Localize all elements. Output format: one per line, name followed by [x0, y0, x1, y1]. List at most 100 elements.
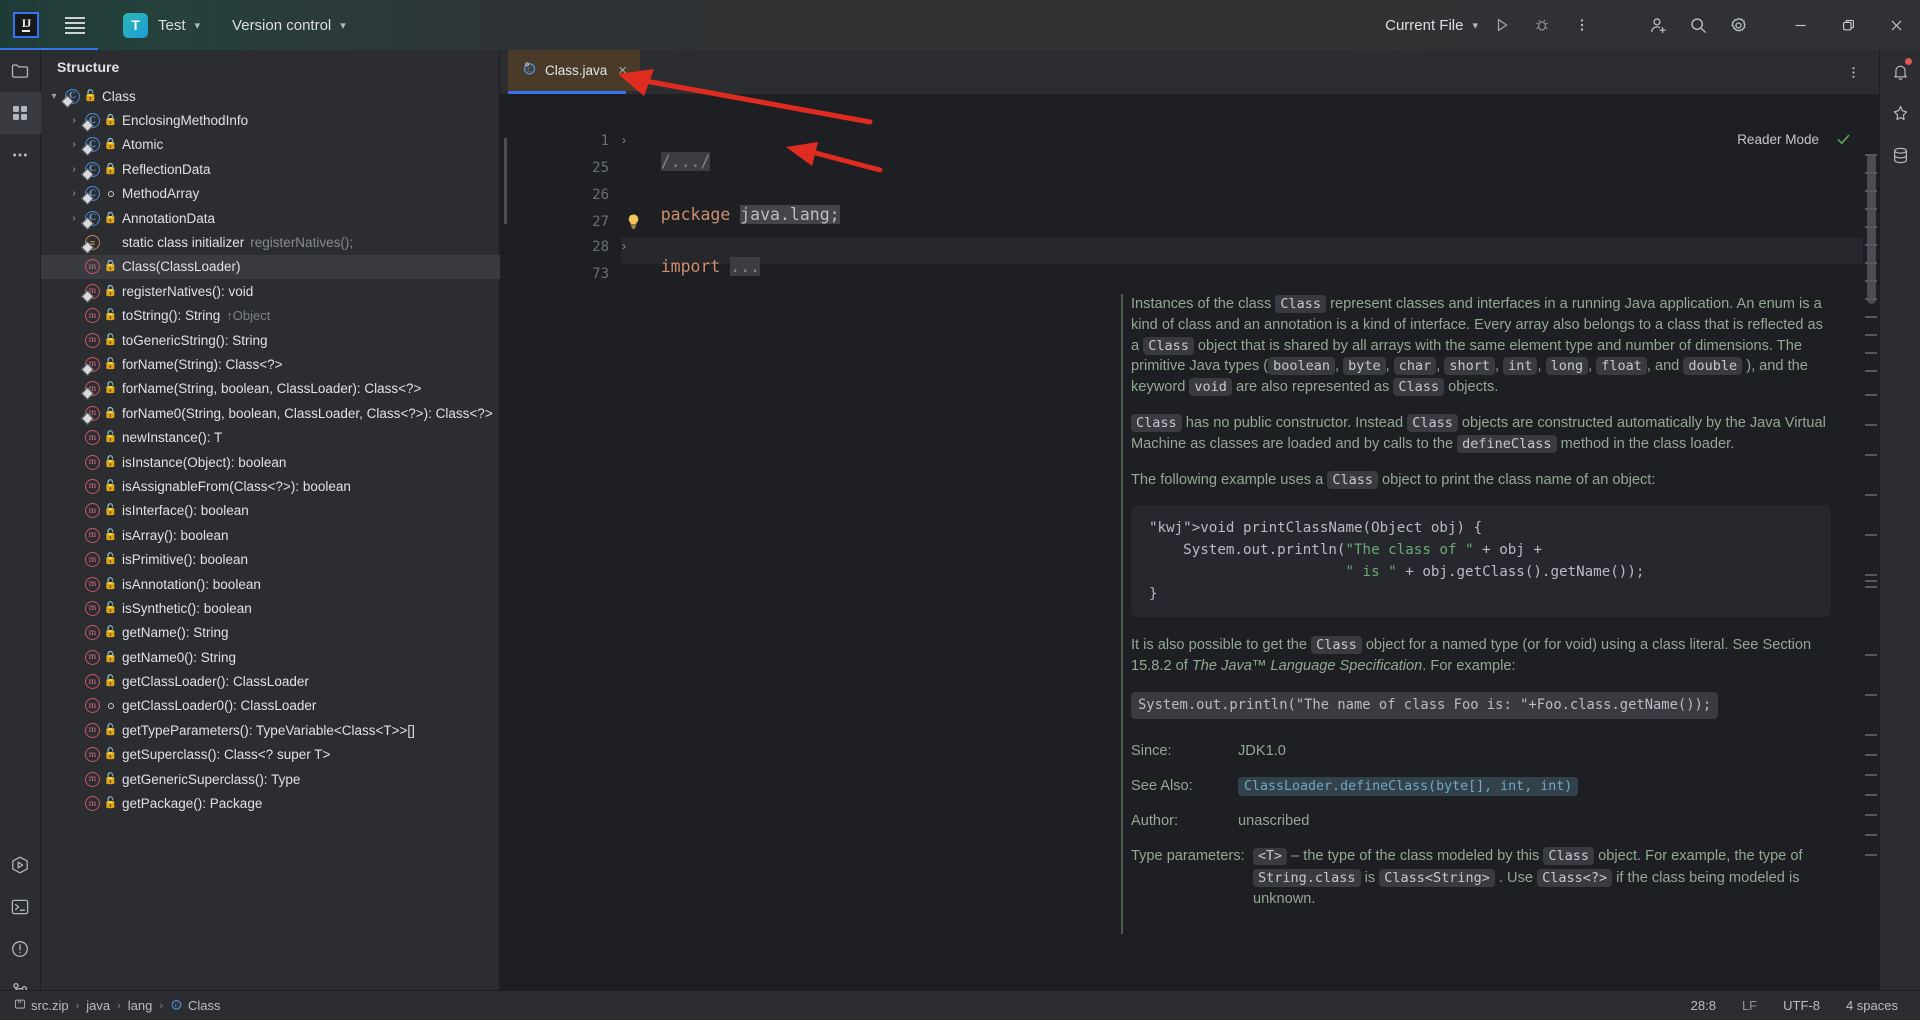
tree-item[interactable]: m 🔓 isSynthetic(): boolean [41, 596, 500, 620]
visibility-icon: 🔓 [102, 383, 119, 394]
tree-item[interactable]: m 🔓 isInterface(): boolean [41, 499, 500, 523]
tree-item[interactable]: m 🔓 isAnnotation(): boolean [41, 572, 500, 596]
main-menu-icon[interactable] [57, 0, 93, 50]
tree-item[interactable]: m 🔒 forName0(String, boolean, ClassLoader,… [41, 401, 500, 425]
notifications-bell-icon[interactable] [1880, 50, 1920, 92]
ai-assistant-icon[interactable] [1880, 92, 1920, 134]
version-control-selector[interactable]: Version control ▾ [218, 0, 350, 50]
method-icon: m [85, 259, 100, 275]
tag-label: Type parameters: [1131, 848, 1245, 865]
folded-comment-text: /.../ [660, 152, 711, 171]
debug-icon[interactable] [1522, 0, 1562, 50]
search-icon[interactable] [1678, 0, 1718, 50]
more-icon[interactable] [1839, 50, 1867, 94]
tree-item[interactable]: › C MethodArray [41, 182, 500, 206]
problems-tool-icon[interactable] [0, 928, 41, 970]
tree-item[interactable]: m 🔒 getName0(): String [41, 645, 500, 669]
marker-tick [1865, 352, 1877, 354]
restore-button[interactable] [1824, 0, 1872, 50]
tree-item[interactable]: m 🔒 registerNatives(): void [41, 279, 500, 303]
breadcrumb-item-lang[interactable]: lang [128, 998, 153, 1013]
tree-item[interactable]: m 🔓 isPrimitive(): boolean [41, 547, 500, 571]
package-private-icon [107, 702, 114, 709]
tree-item[interactable]: m 🔓 getTypeParameters(): TypeVariable<Clas… [41, 718, 500, 742]
run-icon[interactable] [1482, 0, 1522, 50]
line-number: 1 [600, 133, 609, 149]
icon-wrapper: m [83, 282, 102, 301]
code-line-import[interactable]: import ... [621, 238, 761, 295]
more-tool-windows-icon[interactable] [0, 134, 41, 176]
tree-item[interactable]: m 🔓 isAssignableFrom(Class<?>): boolean [41, 474, 500, 498]
tree-item[interactable]: › C 🔒 ReflectionData [41, 157, 500, 181]
tree-item[interactable]: › C 🔒 EnclosingMethodInfo [41, 108, 500, 132]
settings-gear-icon[interactable] [1718, 0, 1758, 50]
tree-item[interactable]: ≡ static class initializer registerNatives… [41, 230, 500, 254]
project-selector[interactable]: T Test ▾ [93, 0, 204, 50]
tree-item-icon: m [83, 599, 102, 618]
tree-item[interactable]: m 🔓 getSuperclass(): Class<? super T> [41, 743, 500, 767]
tree-item-label: getSuperclass(): Class<? super T> [122, 747, 331, 763]
visibility-icon: 🔒 [102, 285, 119, 297]
run-configuration-selector[interactable]: Current File ▾ [1371, 0, 1482, 50]
jd-text: . For example: [1422, 658, 1516, 675]
run-tool-icon[interactable] [0, 844, 41, 886]
chevron-right-icon[interactable]: › [65, 213, 83, 224]
tree-item[interactable]: › C 🔒 Atomic [41, 133, 500, 157]
chevron-down-icon[interactable]: ▾ [45, 91, 63, 102]
code-chip: boolean [1268, 357, 1335, 376]
chevron-right-icon: › [75, 999, 80, 1012]
jd-text: if the class being modeled is [1616, 869, 1800, 886]
breadcrumb-label: src.zip [31, 998, 69, 1013]
indent-setting[interactable]: 4 spaces [1846, 998, 1898, 1013]
tree-item[interactable]: m 🔓 forName(String, boolean, ClassLoader):… [41, 377, 500, 401]
tree-item[interactable]: m 🔓 forName(String): Class<?> [41, 352, 500, 376]
icon-wrapper: ≡ [83, 233, 102, 252]
database-icon[interactable] [1880, 134, 1920, 176]
see-also-link[interactable]: ClassLoader.defineClass(byte[], int, int… [1238, 776, 1579, 796]
marker-tick [1865, 734, 1877, 736]
method-icon: m [85, 698, 100, 714]
minimize-button[interactable] [1776, 0, 1824, 50]
code-line-package[interactable]: package java.lang; [621, 186, 840, 243]
tree-item[interactable]: m 🔓 getGenericSuperclass(): Type [41, 767, 500, 791]
tree-item[interactable]: m 🔓 toGenericString(): String [41, 328, 500, 352]
tree-item[interactable]: m 🔓 getName(): String [41, 621, 500, 645]
tree-item[interactable]: m 🔓 getClassLoader(): ClassLoader [41, 669, 500, 693]
lock-open-icon: 🔓 [103, 797, 118, 810]
tree-item[interactable]: m 🔓 getPackage(): Package [41, 791, 500, 815]
editor-tab-class-java[interactable]: C Class.java × [508, 50, 641, 91]
tree-item[interactable]: m 🔒 Class(ClassLoader) [41, 254, 500, 280]
project-tool-icon[interactable] [0, 50, 41, 92]
close-button[interactable] [1872, 0, 1920, 50]
tree-item[interactable]: m 🔓 isArray(): boolean [41, 523, 500, 547]
line-separator[interactable]: LF [1742, 998, 1757, 1013]
encoding[interactable]: UTF-8 [1783, 998, 1820, 1013]
tree-item[interactable]: ▾ C 🔓 Class [41, 84, 500, 108]
editor-gutter[interactable]: 1 › 25 26 27 28 › 73 [500, 94, 626, 1020]
lock-open-icon: 🔓 [103, 553, 118, 566]
breadcrumb-item-java[interactable]: java [86, 998, 110, 1013]
more-actions-icon[interactable] [1562, 0, 1602, 50]
tree-item-icon: m [83, 672, 102, 691]
tree-item[interactable]: m 🔓 isInstance(Object): boolean [41, 450, 500, 474]
tree-item[interactable]: m 🔓 toString(): String ↑Object [41, 304, 500, 328]
caret-position[interactable]: 28:8 [1691, 998, 1716, 1013]
structure-tool-icon[interactable] [0, 92, 41, 134]
lightbulb-icon[interactable] [625, 213, 642, 235]
close-icon[interactable]: × [615, 63, 630, 78]
terminal-tool-icon[interactable] [0, 886, 41, 928]
structure-tree[interactable]: ▾ C 🔓 Class › C 🔒 EnclosingMethodInfo › C 🔒 Atomic ›… [41, 84, 500, 984]
editor-marker-strip[interactable] [1863, 94, 1879, 1020]
tree-item[interactable]: › C 🔒 AnnotationData [41, 206, 500, 230]
add-user-icon[interactable] [1638, 0, 1678, 50]
method-icon: m [85, 747, 100, 763]
tree-item[interactable]: m 🔓 newInstance(): T [41, 425, 500, 449]
folded-imports[interactable]: ... [730, 257, 761, 276]
reader-mode-label[interactable]: Reader Mode [1737, 132, 1819, 147]
code-line-folded-comment[interactable]: /.../ [621, 133, 711, 190]
breadcrumb-item-src-zip[interactable]: src.zip [14, 998, 69, 1013]
breadcrumb-item-class[interactable]: C Class [170, 998, 221, 1014]
tree-item[interactable]: m getClassLoader0(): ClassLoader [41, 694, 500, 718]
chevron-right-icon[interactable]: › [65, 164, 83, 175]
intellij-logo-icon[interactable]: IJ [13, 12, 39, 38]
